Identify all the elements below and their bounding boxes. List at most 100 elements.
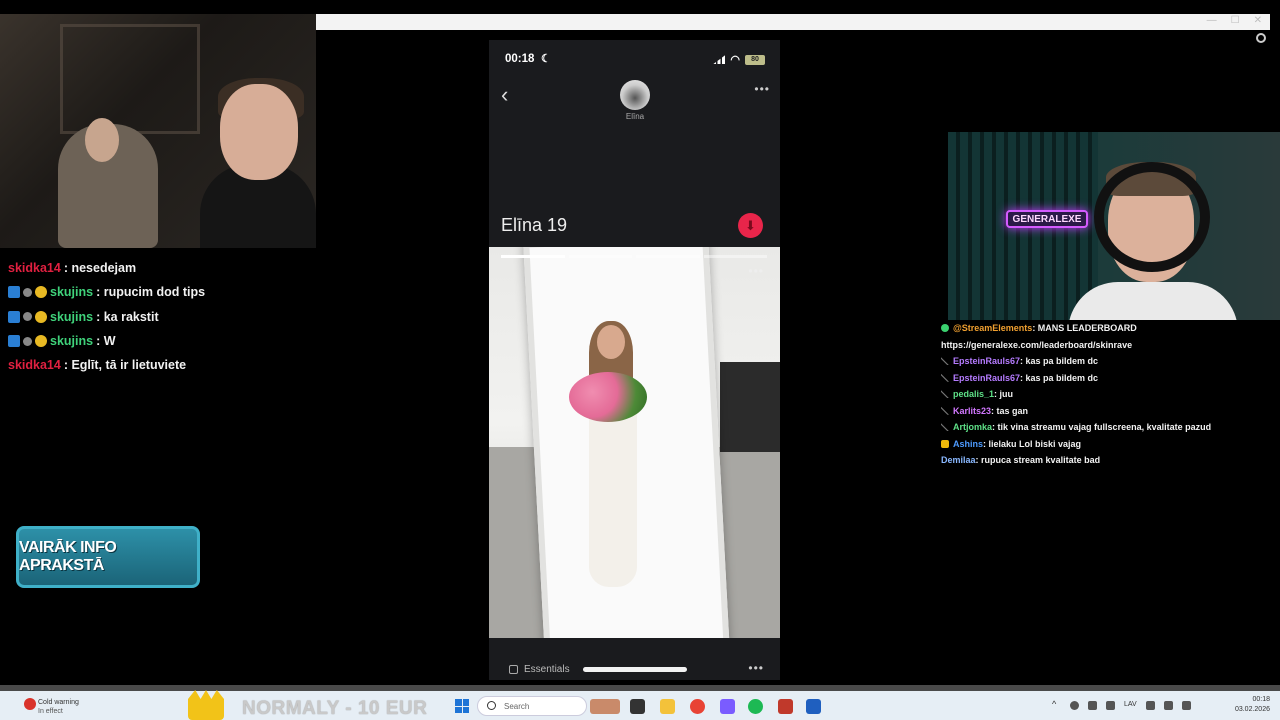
chat-message: Demilaa: rupuca stream kvalitate bad bbox=[941, 452, 1271, 469]
chat-username[interactable]: skidka14 bbox=[8, 261, 61, 275]
more-options-icon[interactable]: ••• bbox=[754, 82, 770, 96]
minimize-button[interactable]: — bbox=[1207, 15, 1217, 26]
mod-badge-icon bbox=[23, 287, 32, 297]
arrow-down-icon: ⬇ bbox=[745, 217, 756, 233]
chat-left: skidka14: nesedejam skujins: rupucim dod … bbox=[8, 256, 308, 377]
chrome-icon[interactable] bbox=[690, 699, 705, 714]
chat-message: Karlits23: tas gan bbox=[941, 403, 1271, 420]
taskbar-clock[interactable]: 00:18 03.02.2026 bbox=[1235, 695, 1270, 715]
chat-text: : kas pa bildem dc bbox=[1020, 372, 1099, 383]
app-icon[interactable] bbox=[806, 699, 821, 714]
chat-username[interactable]: EpsteinRauls67 bbox=[953, 373, 1020, 383]
chat-username[interactable]: Demilaa bbox=[941, 455, 976, 465]
signal-icon bbox=[713, 55, 726, 64]
status-time: 00:18 bbox=[505, 53, 535, 65]
chat-username[interactable]: Artjomka bbox=[953, 422, 992, 432]
tray-network-icon[interactable] bbox=[1088, 701, 1097, 710]
essentials-icon bbox=[509, 665, 518, 674]
chat-username[interactable]: Karlits23 bbox=[953, 406, 991, 416]
chat-text: : tik vina streamu vajag fullscreena, kv… bbox=[992, 422, 1212, 433]
weather-warning-title[interactable]: Cold warning bbox=[38, 699, 79, 706]
profile-photo[interactable] bbox=[489, 247, 780, 638]
chat-message: https://generalexe.com/leaderboard/skinr… bbox=[941, 337, 1271, 354]
chat-message: skujins: ka rakstit bbox=[8, 305, 308, 329]
window-controls: — ☐ ✕ bbox=[1207, 15, 1262, 26]
chat-message: EpsteinRauls67: kas pa bildem dc bbox=[941, 370, 1271, 387]
info-promo-button[interactable]: VAIRĀK INFO APRAKSTĀ bbox=[16, 526, 200, 588]
chat-username[interactable]: skujins bbox=[50, 285, 93, 299]
essentials-label[interactable]: Essentials bbox=[524, 664, 570, 675]
maximize-button[interactable]: ☐ bbox=[1231, 15, 1240, 26]
taskbar-widget-icon[interactable] bbox=[590, 699, 620, 714]
chat-text: : W bbox=[96, 334, 116, 349]
chat-text: : MANS LEADERBOARD bbox=[1032, 323, 1137, 334]
profile-avatar[interactable] bbox=[620, 80, 650, 110]
weather-warning-icon[interactable] bbox=[24, 698, 36, 710]
chat-right: @StreamElements: MANS LEADERBOARD https:/… bbox=[941, 320, 1271, 469]
chat-username[interactable]: pedalis_1 bbox=[953, 389, 994, 399]
taskbar-search[interactable]: Search bbox=[477, 696, 587, 716]
bits-badge-icon bbox=[941, 439, 949, 448]
chat-text: : tas gan bbox=[991, 405, 1029, 416]
close-button[interactable]: ✕ bbox=[1254, 15, 1262, 26]
chat-text: : lielaku Lol biski vajag bbox=[983, 438, 1082, 449]
chevron-up-icon[interactable]: ^ bbox=[1052, 699, 1061, 709]
person-woman-head bbox=[85, 118, 119, 162]
chat-text: : juu bbox=[994, 389, 1014, 400]
chat-text: : rupuca stream kvalitate bad bbox=[975, 455, 1101, 466]
webcam-left bbox=[0, 14, 316, 248]
chat-username[interactable]: skidka14 bbox=[8, 358, 61, 372]
clock-date: 03.02.2026 bbox=[1234, 706, 1270, 713]
chat-username[interactable]: skujins bbox=[50, 334, 93, 348]
chat-message: @StreamElements: MANS LEADERBOARD bbox=[941, 320, 1271, 337]
prime-badge-icon bbox=[8, 286, 20, 299]
coin-badge-icon bbox=[35, 335, 47, 348]
headset-icon bbox=[1094, 162, 1210, 272]
neon-sign: GENERALEXE bbox=[1006, 210, 1088, 228]
speaker-tray-icon[interactable] bbox=[1164, 701, 1173, 710]
like-button[interactable]: ⬇ bbox=[738, 213, 763, 238]
green-badge-icon bbox=[941, 324, 949, 333]
chat-text: : ka rakstit bbox=[96, 309, 159, 324]
sword-badge-icon bbox=[941, 406, 949, 415]
photo-more-icon[interactable]: ••• bbox=[748, 264, 764, 278]
progress-segment bbox=[501, 255, 565, 258]
prime-badge-icon bbox=[8, 310, 20, 323]
mod-badge-icon bbox=[23, 336, 32, 346]
home-indicator[interactable] bbox=[583, 667, 687, 672]
chat-message: skujins: rupucim dod tips bbox=[8, 280, 308, 304]
chat-message: skidka14: nesedejam bbox=[8, 256, 308, 280]
shelf bbox=[60, 24, 200, 134]
bottom-more-icon[interactable]: ••• bbox=[748, 661, 764, 675]
settings-gear-icon[interactable] bbox=[1256, 33, 1266, 43]
spotify-icon[interactable] bbox=[748, 699, 763, 714]
language-indicator[interactable]: LAV bbox=[1124, 701, 1137, 708]
task-view-icon[interactable] bbox=[630, 699, 645, 714]
streamer-shirt bbox=[1068, 282, 1238, 320]
phone-bottom-bar: Essentials ••• bbox=[489, 650, 780, 680]
progress-segment bbox=[568, 255, 632, 258]
chat-username[interactable]: skujins bbox=[50, 310, 93, 324]
windows-start-icon[interactable] bbox=[455, 699, 469, 713]
back-chevron-icon[interactable]: ‹ bbox=[501, 82, 508, 108]
taskbar-promo-text: NORMALY - 10 EUR bbox=[242, 698, 428, 719]
prime-badge-icon bbox=[8, 335, 20, 348]
tray-app-icon[interactable] bbox=[1070, 701, 1079, 710]
obs-icon[interactable] bbox=[778, 699, 793, 714]
system-tray: ^ LAV 00:18 03.02.2026 bbox=[1040, 691, 1280, 720]
file-explorer-icon[interactable] bbox=[660, 699, 675, 714]
tray-volume-icon[interactable] bbox=[1106, 701, 1115, 710]
chat-username[interactable]: @StreamElements bbox=[953, 323, 1032, 333]
chat-text: : kas pa bildem dc bbox=[1020, 356, 1099, 367]
discord-icon[interactable] bbox=[720, 699, 735, 714]
wifi-tray-icon[interactable] bbox=[1146, 701, 1155, 710]
phone-screen: 00:18 ☾ ◠ 80 ‹ Elīna ••• Elīna 19 ⬇ ••• bbox=[489, 40, 780, 680]
window-titlebar: — ☐ ✕ bbox=[316, 14, 1270, 30]
battery-tray-icon[interactable] bbox=[1182, 701, 1191, 710]
chat-username[interactable]: EpsteinRauls67 bbox=[953, 356, 1020, 366]
flower-bouquet bbox=[569, 372, 647, 422]
coin-badge-icon bbox=[35, 286, 47, 299]
chat-username[interactable]: Ashins bbox=[953, 439, 983, 449]
chat-text[interactable]: https://generalexe.com/leaderboard/skinr… bbox=[941, 340, 1132, 350]
chat-message: EpsteinRauls67: kas pa bildem dc bbox=[941, 353, 1271, 370]
